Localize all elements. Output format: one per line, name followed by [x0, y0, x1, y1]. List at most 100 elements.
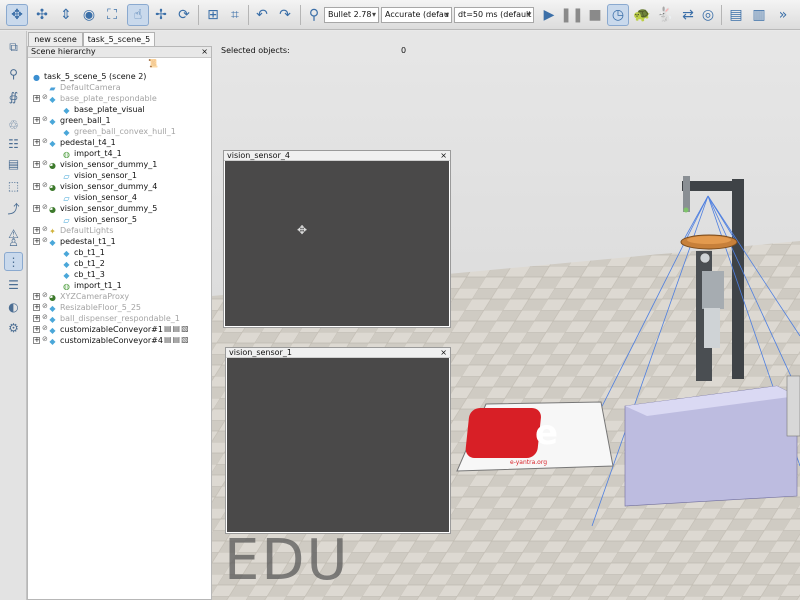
tab-new-scene[interactable]: new scene	[28, 32, 83, 46]
row-script-buttons[interactable]: ▤▤▧	[164, 324, 190, 333]
slower-icon[interactable]: 🐢	[631, 4, 653, 26]
model-browser-icon[interactable]: ☰	[4, 275, 23, 294]
visibility-toggle-icon[interactable]: ⊘	[42, 335, 48, 343]
tree-item[interactable]: ▱ vision_sensor_1	[62, 170, 137, 181]
close-icon[interactable]: ×	[440, 151, 447, 161]
more-icon[interactable]: »	[772, 4, 794, 26]
thread-icon[interactable]: ⇄	[677, 4, 699, 26]
vision-sensor-1-image[interactable]	[227, 358, 449, 532]
visibility-toggle-icon[interactable]: ⊘	[42, 159, 48, 167]
visibility-toggle-icon[interactable]: ⊘	[42, 225, 48, 233]
assemble-icon[interactable]: ⊞	[202, 4, 224, 26]
layers-toggle-icon[interactable]: ◐	[4, 297, 23, 316]
shape-edit-icon[interactable]: ∯	[4, 87, 23, 106]
tree-expander[interactable]: +	[33, 326, 40, 333]
calculation-modules-icon[interactable]: ♲	[4, 115, 23, 134]
scene-hierarchy-icon[interactable]: ⋮	[4, 252, 23, 271]
timestep-select[interactable]: dt=50 ms (default	[454, 7, 534, 23]
redo-icon[interactable]: ↷	[274, 4, 296, 26]
tree-expander[interactable]: +	[33, 183, 40, 190]
tree-expander[interactable]: +	[33, 117, 40, 124]
close-icon[interactable]: ×	[201, 47, 208, 57]
tree-expander[interactable]: +	[33, 337, 40, 344]
tree-expander[interactable]: +	[33, 95, 40, 102]
visibility-toggle-icon[interactable]: ⊘	[42, 324, 48, 332]
camera-angle-icon[interactable]: ◉	[78, 4, 100, 26]
faster-icon[interactable]: 🐇	[654, 4, 676, 26]
tree-item[interactable]: ◆ base_plate_respondable	[48, 93, 156, 104]
tree-item[interactable]: ◆ cb_t1_2	[62, 258, 104, 269]
tree-item[interactable]: ◆ ResizableFloor_5_25	[48, 302, 141, 313]
visibility-toggle-icon[interactable]: ⊘	[42, 115, 48, 123]
selection-icon[interactable]: ⬚	[4, 176, 23, 195]
tree-item[interactable]: ◆ green_ball_1	[48, 115, 110, 126]
vision-sensor-1-window[interactable]: vision_sensor_1 ×	[225, 347, 451, 534]
tree-expander[interactable]: +	[33, 227, 40, 234]
tree-item[interactable]: ◆ customizableConveyor#4	[48, 335, 163, 346]
scripts-icon[interactable]: ▤	[4, 154, 23, 173]
vision-sensor-4-image[interactable]: ✥	[225, 161, 449, 326]
settings-icon[interactable]: ⚙	[4, 318, 23, 337]
camera-pan-icon[interactable]: ✥	[6, 4, 28, 26]
robot-icon[interactable]: ♙	[4, 232, 23, 251]
close-icon[interactable]: ×	[440, 348, 447, 358]
tree-expander[interactable]: +	[33, 315, 40, 322]
tree-item[interactable]: ✦ DefaultLights	[48, 225, 113, 236]
realtime-icon[interactable]: ◷	[607, 4, 629, 26]
visibility-toggle-icon[interactable]: ⊘	[42, 291, 48, 299]
tree-item[interactable]: ◆ base_plate_visual	[62, 104, 144, 115]
transfer-dna-icon[interactable]: ⌗	[224, 4, 246, 26]
tree-item[interactable]: ◍ import_t1_1	[62, 280, 122, 291]
row-script-buttons[interactable]: ▤▤▧	[164, 335, 190, 344]
tree-item[interactable]: ● task_5_scene_5 (scene 2)	[32, 71, 146, 82]
tree-item[interactable]: ◕ vision_sensor_dummy_5	[48, 203, 157, 214]
object-shift-icon[interactable]: ✢	[150, 4, 172, 26]
tree-item[interactable]: ◆ green_ball_convex_hull_1	[62, 126, 175, 137]
visibility-toggle-icon[interactable]: ⊘	[42, 137, 48, 145]
tree-expander[interactable]: +	[33, 161, 40, 168]
accuracy-select[interactable]: Accurate (defau	[381, 7, 452, 23]
play-icon[interactable]: ▶	[538, 4, 560, 26]
visibility-toggle-icon[interactable]: ⊘	[42, 181, 48, 189]
tab-task-5-scene-5[interactable]: task_5_scene_5	[83, 32, 155, 46]
vision-sensor-1-titlebar[interactable]: vision_sensor_1 ×	[226, 348, 450, 358]
tree-item[interactable]: ▱ vision_sensor_4	[62, 192, 137, 203]
visibility-toggle-icon[interactable]: ⊘	[42, 203, 48, 211]
tree-item[interactable]: ◆ cb_t1_1	[62, 247, 104, 258]
visualization-icon[interactable]: ◎	[697, 4, 719, 26]
script-icon[interactable]: 📜	[148, 59, 158, 68]
tree-item[interactable]: ◕ XYZCameraProxy	[48, 291, 129, 302]
scene-selector-icon[interactable]: ▥	[748, 4, 770, 26]
visibility-toggle-icon[interactable]: ⊘	[42, 93, 48, 101]
tree-expander[interactable]: +	[33, 304, 40, 311]
tree-item[interactable]: ◆ pedestal_t1_1	[48, 236, 115, 247]
visibility-toggle-icon[interactable]: ⊘	[42, 236, 48, 244]
undo-icon[interactable]: ↶	[251, 4, 273, 26]
tree-expander[interactable]: +	[33, 238, 40, 245]
pause-icon[interactable]: ❚❚	[560, 4, 583, 26]
tree-expander[interactable]: +	[33, 293, 40, 300]
tree-item[interactable]: ◆ pedestal_t4_1	[48, 137, 115, 148]
tree-item[interactable]: ◍ import_t4_1	[62, 148, 122, 159]
fit-view-icon[interactable]: ⛶	[101, 4, 123, 26]
tree-item[interactable]: ◆ customizableConveyor#1	[48, 324, 163, 335]
physics-engine-select[interactable]: Bullet 2.78	[324, 7, 379, 23]
stop-icon[interactable]: ■	[584, 4, 606, 26]
camera-rotate-icon[interactable]: ✣	[31, 4, 53, 26]
tree-item[interactable]: ▰ DefaultCamera	[48, 82, 120, 93]
scene-objects-icon[interactable]: ⧉	[4, 38, 23, 57]
collections-icon[interactable]: ☷	[4, 134, 23, 153]
camera-shift-icon[interactable]: ⇕	[55, 4, 77, 26]
visibility-toggle-icon[interactable]: ⊘	[42, 313, 48, 321]
zoom-icon[interactable]: ⚲	[4, 64, 23, 83]
vision-sensor-4-titlebar[interactable]: vision_sensor_4 ×	[224, 151, 450, 161]
tree-item[interactable]: ▱ vision_sensor_5	[62, 214, 137, 225]
tree-expander[interactable]: +	[33, 139, 40, 146]
tree-item[interactable]: ◕ vision_sensor_dummy_4	[48, 181, 157, 192]
object-rotate-icon[interactable]: ⟳	[173, 4, 195, 26]
tree-item[interactable]: ◆ cb_t1_3	[62, 269, 104, 280]
page-selector-icon[interactable]: ▤	[725, 4, 747, 26]
tree-item[interactable]: ◆ ball_dispenser_respondable_1	[48, 313, 179, 324]
tree-item[interactable]: ◕ vision_sensor_dummy_1	[48, 159, 157, 170]
dynamics-icon[interactable]: ⚲	[303, 4, 325, 26]
